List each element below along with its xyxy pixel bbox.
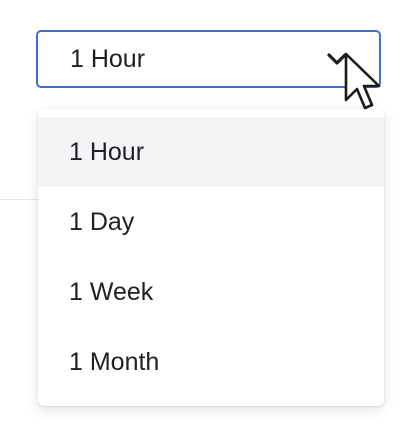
time-range-dropdown: 1 Hour 1 Day 1 Week 1 Month <box>38 109 384 406</box>
select-value: 1 Hour <box>70 44 146 73</box>
option-label: 1 Week <box>69 277 154 306</box>
option-1-week[interactable]: 1 Week <box>38 257 384 327</box>
option-1-day[interactable]: 1 Day <box>38 187 384 257</box>
background-divider <box>0 199 38 200</box>
option-label: 1 Hour <box>69 137 145 166</box>
time-range-select[interactable]: 1 Hour <box>36 30 381 88</box>
option-1-hour[interactable]: 1 Hour <box>38 117 384 187</box>
option-1-month[interactable]: 1 Month <box>38 327 384 397</box>
option-label: 1 Day <box>69 207 135 236</box>
option-label: 1 Month <box>69 347 160 376</box>
chevron-down-icon <box>325 51 349 67</box>
